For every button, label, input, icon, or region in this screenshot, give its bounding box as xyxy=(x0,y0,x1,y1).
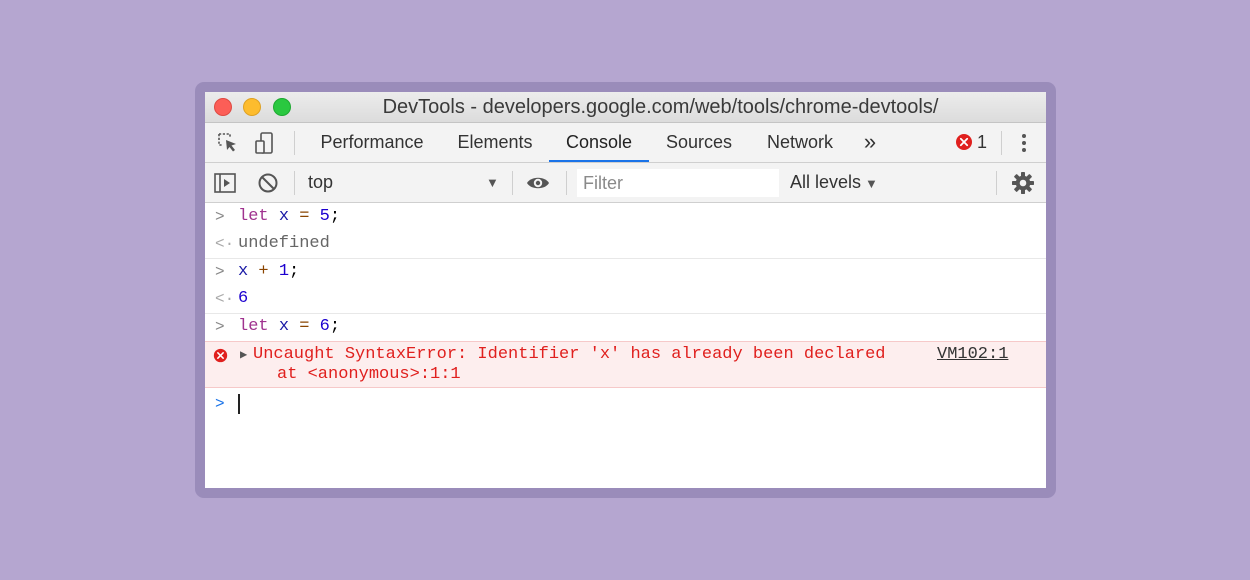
context-dropdown-arrow-icon[interactable]: ▼ xyxy=(486,163,499,202)
live-expression-eye-icon[interactable] xyxy=(526,171,550,195)
input-prompt-chevron-icon: > xyxy=(215,318,225,336)
log-levels-dropdown[interactable]: All levels ▼ xyxy=(790,163,878,202)
tab-network[interactable]: Network xyxy=(753,123,847,162)
toolbar-divider xyxy=(1001,131,1002,155)
tab-sources[interactable]: Sources xyxy=(655,123,743,162)
console-toolbar: top ▼ All levels▼ xyxy=(205,163,1046,203)
more-tabs-chevron-icon[interactable]: » xyxy=(857,123,883,162)
console-result: 6 xyxy=(238,289,249,308)
console-entry-group: > let x = 5; <· undefined xyxy=(205,203,1046,259)
tab-console[interactable]: Console xyxy=(549,123,649,162)
console-result: undefined xyxy=(238,234,330,253)
device-toolbar-icon[interactable] xyxy=(253,131,277,155)
panel-tab-bar: Performance Elements Console Sources Net… xyxy=(205,123,1046,163)
result-arrow-icon: <· xyxy=(215,235,235,253)
toolbar-divider xyxy=(566,171,567,195)
inspect-element-icon[interactable] xyxy=(216,131,240,155)
console-error-message: ▶ Uncaught SyntaxError: Identifier 'x' h… xyxy=(205,341,1046,388)
expand-triangle-icon[interactable]: ▶ xyxy=(240,347,247,362)
devtools-window: DevTools - developers.google.com/web/too… xyxy=(205,92,1046,488)
toolbar-divider xyxy=(996,171,997,195)
console-prompt-row[interactable]: > xyxy=(205,389,1046,419)
error-stack-trace: at <anonymous>:1:1 xyxy=(277,365,461,384)
window-title: DevTools - developers.google.com/web/too… xyxy=(382,96,939,118)
tab-performance[interactable]: Performance xyxy=(309,123,435,162)
chevron-down-icon: ▼ xyxy=(865,176,878,191)
log-levels-label: All levels xyxy=(790,172,862,192)
console-messages[interactable]: > let x = 5; <· undefined > x + 1; <· 6 … xyxy=(205,203,1046,488)
settings-gear-icon[interactable] xyxy=(1011,171,1035,195)
filter-input[interactable] xyxy=(577,169,779,197)
title-bar: DevTools - developers.google.com/web/too… xyxy=(205,92,1046,123)
toolbar-divider xyxy=(294,131,295,155)
console-entry-group: > x + 1; <· 6 xyxy=(205,258,1046,314)
source-link[interactable]: VM102:1 xyxy=(937,345,1008,364)
input-prompt-chevron-icon: > xyxy=(215,208,225,226)
error-count[interactable]: 1 xyxy=(977,123,987,162)
console-input-line[interactable]: let x = 6; xyxy=(238,317,340,336)
input-prompt-chevron-icon: > xyxy=(215,263,225,281)
toolbar-divider xyxy=(294,171,295,195)
error-icon xyxy=(213,348,228,363)
tab-elements[interactable]: Elements xyxy=(445,123,545,162)
context-selector[interactable]: top xyxy=(308,163,333,202)
error-badge-icon[interactable] xyxy=(955,133,973,151)
console-entry-group: > let x = 6; xyxy=(205,313,1046,341)
clear-console-icon[interactable] xyxy=(256,171,280,195)
console-prompt-chevron-icon: > xyxy=(215,395,225,413)
text-cursor xyxy=(238,394,240,414)
show-sidebar-icon[interactable] xyxy=(213,171,237,195)
console-input-line[interactable]: x + 1; xyxy=(238,262,299,281)
error-message-text[interactable]: Uncaught SyntaxError: Identifier 'x' has… xyxy=(253,345,886,364)
more-options-icon[interactable] xyxy=(1012,131,1036,155)
result-arrow-icon: <· xyxy=(215,290,235,308)
toolbar-divider xyxy=(512,171,513,195)
console-input-line[interactable]: let x = 5; xyxy=(238,207,340,226)
